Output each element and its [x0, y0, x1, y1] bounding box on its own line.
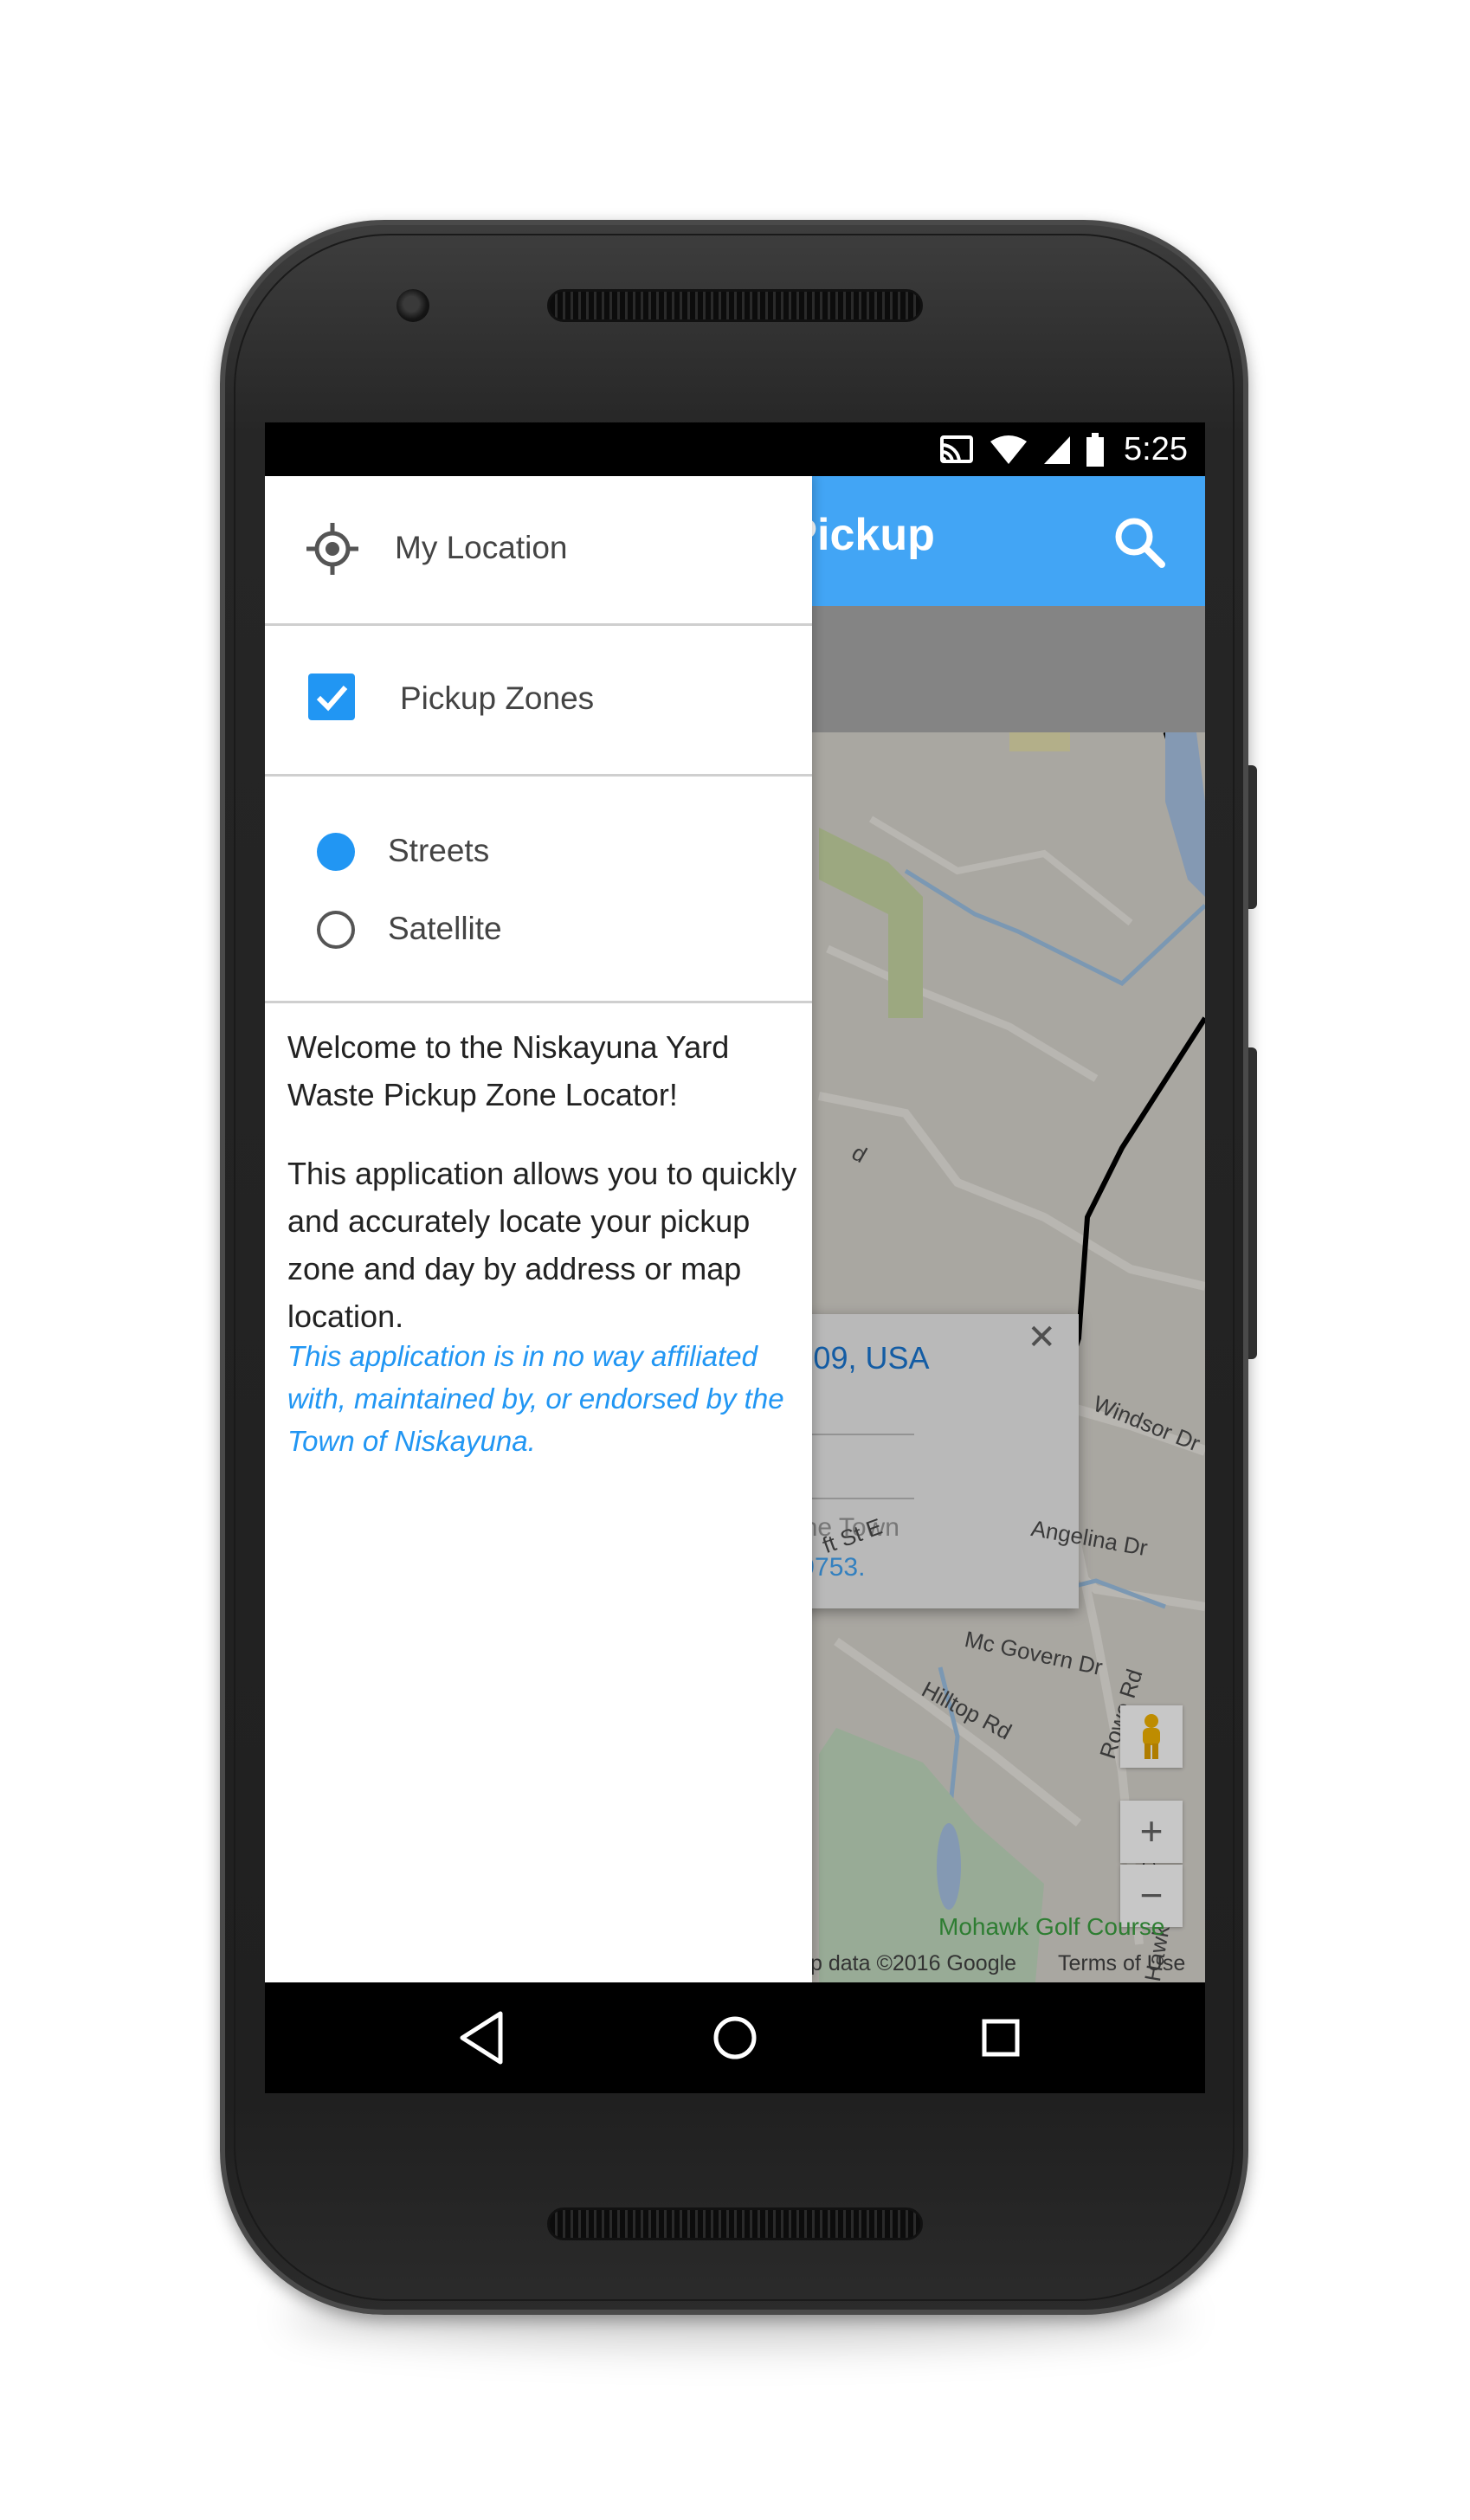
- my-location-label: My Location: [395, 530, 568, 565]
- screen: 5:25 e Pickup Y 12309, USA ✕ ntact the T…: [265, 422, 1205, 2093]
- cast-icon: [940, 435, 973, 463]
- zoom-in-button[interactable]: +: [1120, 1801, 1183, 1863]
- pegman-icon: [1143, 1714, 1160, 1759]
- pickup-zones-label: Pickup Zones: [400, 680, 595, 716]
- signal-icon: [1044, 436, 1070, 464]
- crosshair-location-icon: [306, 523, 358, 575]
- back-icon[interactable]: [448, 2003, 518, 2072]
- street-view-pegman[interactable]: [1120, 1705, 1183, 1768]
- home-icon[interactable]: [700, 2003, 770, 2072]
- bottom-speaker: [547, 2207, 923, 2240]
- terms-of-use-link[interactable]: Terms of Use: [1058, 1951, 1185, 1976]
- battery-icon: [1086, 433, 1104, 467]
- welcome-text: Welcome to the Niskayuna Yard Waste Pick…: [287, 1029, 730, 1112]
- close-icon[interactable]: ✕: [1027, 1318, 1056, 1357]
- divider: [265, 1001, 812, 1003]
- description-text: This application allows you to quickly a…: [287, 1156, 797, 1334]
- divider: [265, 774, 812, 777]
- top-speaker: [547, 289, 923, 322]
- satellite-label[interactable]: Satellite: [388, 911, 502, 947]
- front-camera: [397, 289, 429, 322]
- navigation-drawer: My Location Pickup Zones Streets Satelli…: [265, 476, 812, 1982]
- my-location-item[interactable]: My Location: [265, 476, 812, 623]
- pickup-zones-checkbox[interactable]: [308, 674, 355, 720]
- streets-radio[interactable]: [317, 833, 355, 871]
- power-button: [1248, 765, 1257, 909]
- app-content: e Pickup Y 12309, USA ✕ ntact the Town W…: [265, 476, 1205, 1982]
- recents-icon[interactable]: [966, 2003, 1035, 2072]
- map-attribution: p data ©2016 Google: [810, 1951, 1017, 1975]
- satellite-radio[interactable]: [317, 911, 355, 949]
- disclaimer-text: This application is in no way affiliated…: [287, 1340, 784, 1457]
- volume-button: [1248, 1047, 1257, 1359]
- status-bar: 5:25: [265, 422, 1205, 476]
- streets-label[interactable]: Streets: [388, 833, 489, 869]
- checkmark-icon: [316, 686, 348, 712]
- search-icon[interactable]: [1112, 514, 1167, 570]
- status-time: 5:25: [1124, 431, 1188, 467]
- golf-course-label: Mohawk Golf Course: [938, 1913, 1165, 1940]
- wifi-icon: [990, 435, 1027, 464]
- status-icons: [938, 433, 1105, 467]
- system-nav-bar: [265, 1982, 1205, 2093]
